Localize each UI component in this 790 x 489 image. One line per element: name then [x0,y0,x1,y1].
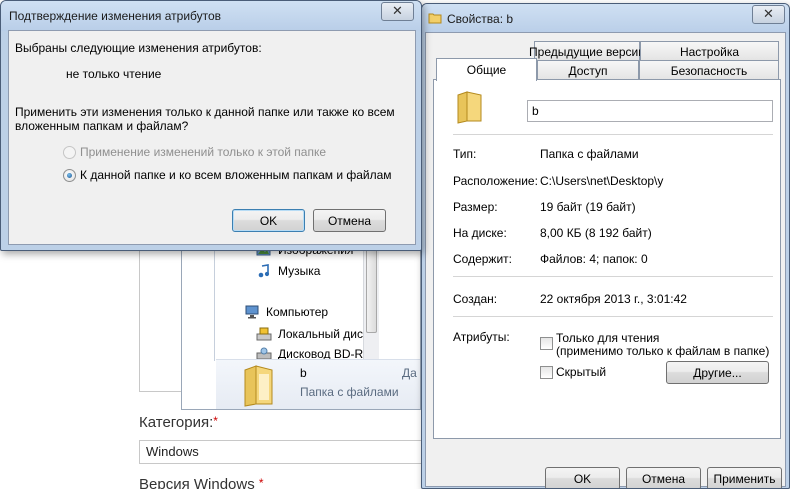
size-on-disk-value: 8,00 КБ (8 192 байт) [540,226,652,240]
required-marker: * [258,476,264,489]
created-label: Создан: [453,292,498,306]
tree-item-computer[interactable]: Компьютер [244,305,328,319]
apply-button[interactable]: Применить [707,467,782,488]
size-on-disk-label: На диске: [453,226,507,240]
radio-folder-and-children[interactable] [63,169,76,182]
ok-button[interactable]: OK [545,467,620,488]
required-marker: * [213,414,218,428]
properties-close-button[interactable]: ✕ [752,5,785,24]
cancel-button[interactable]: Отмена [626,467,701,488]
hidden-checkbox[interactable] [540,366,553,379]
category-label: Категория:* [139,414,218,431]
folder-name-input[interactable]: b [527,100,773,122]
separator [453,134,773,135]
explorer-window: Изображения Музыка Компьютер Локальный д… [181,238,421,410]
type-label: Тип: [453,147,477,161]
confirm-dialog-title: Подтверждение изменения атрибутов [9,9,222,23]
advanced-attributes-button[interactable]: Другие... [666,361,769,384]
music-library-icon [256,264,272,278]
radio-selected-dot [67,173,72,178]
contains-label: Содержит: [453,252,512,266]
confirm-client-area: Выбраны следующие изменения атрибутов: н… [8,30,416,245]
properties-title-bar: Свойства: b ✕ [422,4,789,34]
category-input[interactable]: Windows [139,440,429,464]
option-folder-only-label: Применение изменений только к этой папке [80,145,327,159]
type-value: Папка с файлами [540,147,639,161]
tree-item-music[interactable]: Музыка [256,264,320,278]
selected-item-type: Папка с файлами [300,385,399,399]
change-text: не только чтение [66,67,162,81]
tab-general[interactable]: Общие [436,58,537,81]
selected-item-extra: Да [402,366,417,380]
selected-file-item[interactable]: b Папка с файлами Да [216,359,420,409]
folder-icon [456,90,484,127]
size-label: Размер: [453,200,498,214]
properties-dialog: Свойства: b ✕ Предыдущие версии Настройк… [421,3,790,489]
location-value: C:\Users\net\Desktop\y [540,174,664,188]
question-line-2: вложенным папкам и файлам? [15,119,189,133]
tab-security[interactable]: Безопасность [639,60,779,80]
tab-sharing[interactable]: Доступ [537,60,639,80]
readonly-note: (применимо только к файлам в папке) [556,344,770,358]
option-folder-and-children-label: К данной папке и ко всем вложенным папка… [80,168,392,182]
attributes-label: Атрибуты: [453,330,510,344]
question-line-1: Применить эти изменения только к данной … [15,105,395,119]
computer-icon [244,305,260,319]
radio-folder-only[interactable] [63,146,76,159]
separator [453,316,773,317]
windows-version-label: Версия Windows * [139,476,264,489]
explorer-left-pane [182,239,215,361]
tree-scrollbar[interactable] [363,239,379,359]
navigation-tree: Изображения Музыка Компьютер Локальный д… [216,239,381,361]
tab-customize[interactable]: Настройка [640,41,779,61]
confirm-ok-button[interactable]: OK [232,209,305,232]
readonly-checkbox[interactable] [540,337,553,350]
local-disk-icon [256,327,272,341]
confirm-attribute-changes-dialog: Подтверждение изменения атрибутов ✕ Выбр… [0,0,422,251]
contains-value: Файлов: 4; папок: 0 [540,252,648,266]
confirm-cancel-button[interactable]: Отмена [313,209,386,232]
created-value: 22 октября 2013 г., 3:01:42 [540,292,687,306]
scrollbar-thumb[interactable] [366,243,377,333]
selected-item-name: b [300,366,307,380]
general-tab-panel: b Тип: Папка с файлами Расположение: C:\… [433,79,781,439]
tab-previous-versions[interactable]: Предыдущие версии [529,41,645,61]
separator [453,276,773,277]
readonly-label: Только для чтения [556,331,660,345]
properties-title: Свойства: b [447,12,514,26]
confirm-close-button[interactable]: ✕ [381,2,414,21]
intro-text: Выбраны следующие изменения атрибутов: [15,41,262,55]
confirm-title-bar: Подтверждение изменения атрибутов ✕ [1,1,421,31]
tree-item-local-disk[interactable]: Локальный диск [256,327,368,341]
folder-icon [428,12,442,27]
hidden-label: Скрытый [556,365,607,379]
folder-icon [242,364,276,408]
location-label: Расположение: [453,174,538,188]
size-value: 19 байт (19 байт) [540,200,636,214]
properties-client-area: Предыдущие версии Настройка Общие Доступ… [425,32,786,488]
